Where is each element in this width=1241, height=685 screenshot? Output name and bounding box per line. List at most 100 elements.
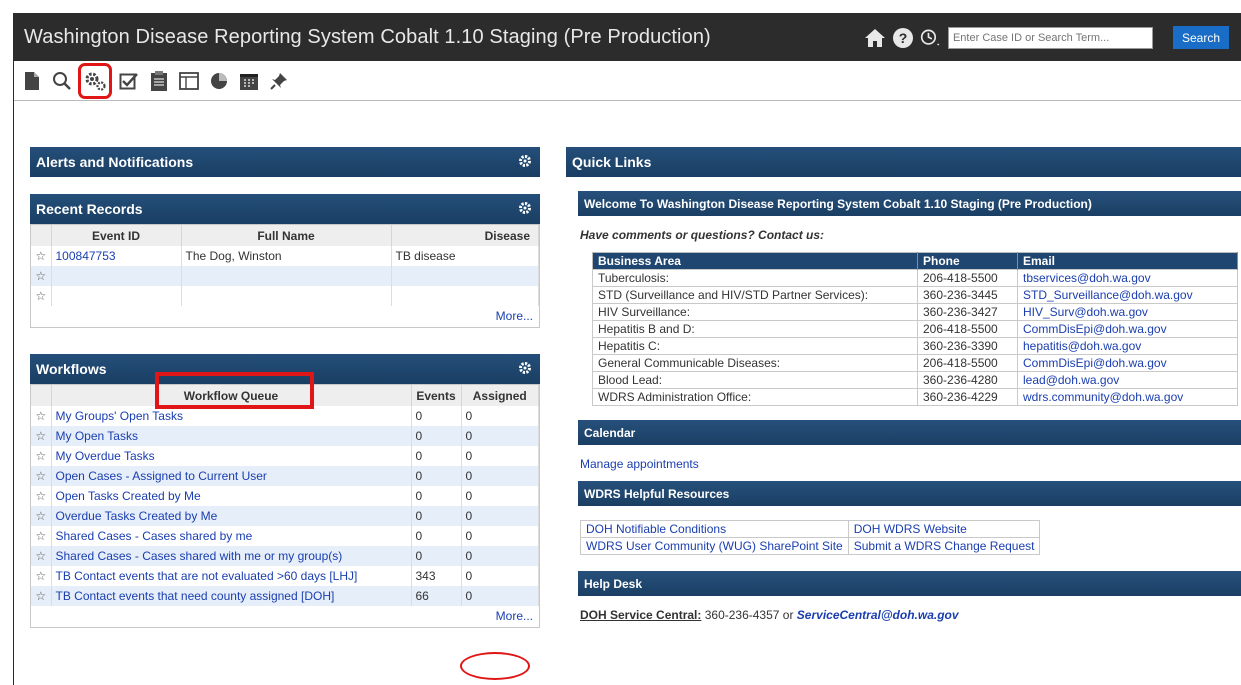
reports-pie-icon[interactable] [205, 66, 232, 96]
workflow-queue-link[interactable]: My Open Tasks [51, 426, 412, 446]
email-link[interactable]: STD_Surveillance@doh.wa.gov [1017, 286, 1238, 304]
workflow-queue-link[interactable]: TB Contact events that need county assig… [51, 586, 412, 606]
workflows-body: Workflow Queue Events Assigned ☆ My Group… [30, 384, 540, 628]
checkbox-tasks-icon[interactable] [115, 66, 142, 96]
business-area-cell: Tuberculosis: [592, 269, 918, 287]
email-link[interactable]: HIV_Surv@doh.wa.gov [1017, 303, 1238, 321]
email-link[interactable]: wdrs.community@doh.wa.gov [1017, 388, 1238, 406]
resource-link[interactable]: DOH Notifiable Conditions [580, 520, 849, 538]
workflow-queue-link[interactable]: Shared Cases - Cases shared with me or m… [51, 546, 412, 566]
gear-icon[interactable] [518, 201, 532, 218]
business-area-cell: General Communicable Diseases: [592, 354, 918, 372]
help-desk-line: DOH Service Central: 360-236-4357 or Ser… [580, 608, 1241, 622]
star-icon[interactable]: ☆ [31, 446, 52, 466]
resource-link[interactable]: Submit a WDRS Change Request [847, 537, 1041, 555]
events-count: 0 [411, 526, 462, 546]
manage-appointments-link[interactable]: Manage appointments [580, 457, 1241, 471]
quick-links-body: Welcome To Washington Disease Reporting … [566, 177, 1241, 622]
workflow-queue-link[interactable]: Overdue Tasks Created by Me [51, 506, 412, 526]
workflow-queue-link[interactable]: Open Tasks Created by Me [51, 486, 412, 506]
title-bar: Washington Disease Reporting System Coba… [14, 14, 1241, 61]
gear-icon[interactable] [518, 154, 532, 171]
recent-records-table: Event ID Full Name Disease ☆ 100847753 T… [31, 225, 539, 306]
star-icon[interactable]: ☆ [31, 286, 52, 306]
help-desk-header: Help Desk [578, 571, 1241, 596]
search-button[interactable]: Search [1172, 26, 1229, 49]
column-header[interactable]: Event ID [51, 225, 182, 246]
phone-cell: 206-418-5500 [917, 320, 1018, 338]
resource-link[interactable]: WDRS User Community (WUG) SharePoint Sit… [580, 537, 849, 555]
pin-icon[interactable] [265, 66, 292, 96]
resource-link[interactable]: DOH WDRS Website [847, 520, 1041, 538]
help-icon[interactable]: ? [892, 27, 914, 49]
column-header[interactable]: Full Name [181, 225, 392, 246]
column-header[interactable]: Events [411, 385, 462, 406]
alerts-title: Alerts and Notifications [36, 154, 194, 170]
workflow-queue-link[interactable]: TB Contact events that are not evaluated… [51, 566, 412, 586]
star-icon[interactable]: ☆ [31, 266, 52, 286]
recent-more-link[interactable]: More... [31, 306, 539, 327]
table-header-row: Event ID Full Name Disease [31, 225, 539, 246]
column-header: Phone [917, 252, 1018, 270]
table-row: ☆ Overdue Tasks Created by Me 0 0 [31, 506, 539, 526]
email-link[interactable]: lead@doh.wa.gov [1017, 371, 1238, 389]
events-count: 0 [411, 506, 462, 526]
home-icon[interactable] [864, 27, 886, 49]
gear-icon[interactable] [518, 361, 532, 378]
workflow-queue-link[interactable]: My Overdue Tasks [51, 446, 412, 466]
email-link[interactable]: hepatitis@doh.wa.gov [1017, 337, 1238, 355]
table-row: ☆ TB Contact events that need county assi… [31, 586, 539, 606]
workflow-settings-icon[interactable] [78, 62, 112, 99]
star-icon[interactable]: ☆ [31, 486, 52, 506]
form-layout-icon[interactable] [175, 66, 202, 96]
phone-cell: 360-236-4229 [917, 388, 1018, 406]
assigned-count: 0 [461, 426, 539, 446]
workflow-queue-link[interactable]: Shared Cases - Cases shared by me [51, 526, 412, 546]
email-link[interactable]: tbservices@doh.wa.gov [1017, 269, 1238, 287]
phone-cell: 360-236-4280 [917, 371, 1018, 389]
phone-cell: 206-418-5500 [917, 354, 1018, 372]
business-area-cell: STD (Surveillance and HIV/STD Partner Se… [592, 286, 918, 304]
event-id-link[interactable]: 100847753 [51, 246, 182, 266]
column-header[interactable]: Disease [391, 225, 539, 246]
search-input[interactable] [947, 26, 1153, 49]
table-row: Hepatitis B and D: 206-418-5500 CommDisEpi… [592, 320, 1238, 338]
quick-links-title: Quick Links [572, 154, 652, 170]
business-area-cell: HIV Surveillance: [592, 303, 918, 321]
new-record-icon[interactable] [18, 66, 45, 96]
column-header: Email [1017, 252, 1238, 270]
events-count: 0 [411, 426, 462, 446]
table-row: ☆ My Open Tasks 0 0 [31, 426, 539, 446]
workflows-more-link[interactable]: More... [31, 606, 539, 627]
assigned-count: 0 [461, 526, 539, 546]
workflow-queue-link[interactable]: Open Cases - Assigned to Current User [51, 466, 412, 486]
star-icon[interactable]: ☆ [31, 506, 52, 526]
assigned-count: 0 [461, 486, 539, 506]
workflow-queue-link[interactable]: My Groups' Open Tasks [51, 406, 412, 426]
star-icon[interactable]: ☆ [31, 586, 52, 606]
email-link[interactable]: CommDisEpi@doh.wa.gov [1017, 354, 1238, 372]
events-count: 0 [411, 446, 462, 466]
email-link[interactable]: CommDisEpi@doh.wa.gov [1017, 320, 1238, 338]
events-count: 0 [411, 406, 462, 426]
assigned-count: 0 [461, 586, 539, 606]
app-title: Washington Disease Reporting System Coba… [24, 26, 711, 48]
star-icon[interactable]: ☆ [31, 246, 52, 266]
table-row: HIV Surveillance: 360-236-3427 HIV_Surv@do… [592, 303, 1238, 321]
star-icon[interactable]: ☆ [31, 566, 52, 586]
full-name-cell: The Dog, Winston [181, 246, 392, 266]
clipboard-icon[interactable] [145, 66, 172, 96]
star-icon[interactable]: ☆ [31, 546, 52, 566]
calendar-icon[interactable] [235, 66, 262, 96]
column-header[interactable]: Assigned [461, 385, 539, 406]
phone-cell: 206-418-5500 [917, 269, 1018, 287]
assigned-count: 0 [461, 506, 539, 526]
phone-cell: 360-236-3427 [917, 303, 1018, 321]
service-central-email-link[interactable]: ServiceCentral@doh.wa.gov [797, 608, 959, 622]
star-icon[interactable]: ☆ [31, 466, 52, 486]
star-icon[interactable]: ☆ [31, 526, 52, 546]
star-icon[interactable]: ☆ [31, 406, 52, 426]
recent-history-icon[interactable] [920, 27, 942, 49]
search-icon[interactable] [48, 66, 75, 96]
star-icon[interactable]: ☆ [31, 426, 52, 446]
